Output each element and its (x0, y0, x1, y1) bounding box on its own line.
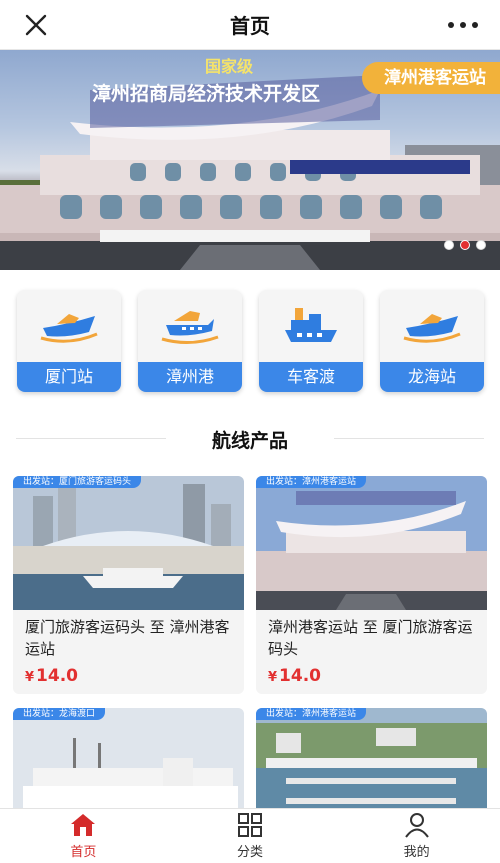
speedboat-icon (40, 314, 98, 343)
divider (334, 438, 484, 439)
category-zhangzhou[interactable]: 漳州港 (138, 290, 242, 392)
product-image: 出发站：厦门旅游客运码头 (13, 476, 244, 610)
banner-sign-line2: 漳州招商局经济技术开发区 (92, 82, 320, 105)
page-title: 首页 (230, 14, 270, 38)
tab-label: 我的 (403, 845, 430, 860)
tab-mine[interactable]: 我的 (333, 809, 500, 863)
category-label: 漳州港 (138, 362, 242, 392)
section-header: 航线产品 (0, 410, 500, 468)
product-card[interactable]: 出发站：厦门旅游客运码头 厦门旅游客运码头 至 漳州港客运站 ¥14.0 (13, 476, 244, 694)
more-dots-icon[interactable] (448, 14, 478, 36)
banner-carousel[interactable]: 国家级 漳州招商局经济技术开发区 漳州港客运站 (0, 50, 500, 270)
product-card[interactable]: 出发站：漳州港客运站 (256, 708, 487, 808)
product-image: 出发站：龙海渡口 (13, 708, 244, 808)
category-label: 厦门站 (17, 362, 121, 392)
top-bar: 首页 (0, 0, 500, 50)
product-name: 厦门旅游客运码头 至 漳州港客运站 (25, 618, 230, 658)
yacht-icon (161, 311, 219, 344)
carousel-dots (444, 240, 486, 250)
tab-home[interactable]: 首页 (0, 809, 167, 863)
category-bar: 厦门站 漳州港 车客渡 龙海站 (0, 270, 500, 410)
product-price: ¥14.0 (268, 666, 321, 686)
carousel-dot[interactable] (444, 240, 454, 250)
tab-category[interactable]: 分类 (167, 809, 334, 863)
tab-label: 分类 (237, 845, 264, 860)
product-image: 出发站：漳州港客运站 (256, 708, 487, 808)
banner-sign-line1: 国家级 (205, 57, 254, 76)
grid-icon (238, 813, 262, 837)
product-price: ¥14.0 (25, 666, 78, 686)
bottom-tab-bar: 首页 分类 我的 (0, 808, 500, 863)
category-label: 车客渡 (259, 362, 363, 392)
ferry-icon (285, 308, 337, 342)
product-name: 漳州港客运站 至 厦门旅游客运码头 (268, 618, 473, 658)
departure-chip: 出发站：厦门旅游客运码头 (13, 476, 142, 488)
banner-tag: 漳州港客运站 (362, 62, 500, 94)
departure-chip: 出发站：漳州港客运站 (256, 708, 367, 720)
departure-chip: 出发站：漳州港客运站 (256, 476, 367, 488)
home-icon (71, 814, 96, 836)
product-card[interactable]: 出发站：漳州港客运站 漳州港客运站 至 厦门旅游客运码头 ¥14.0 (256, 476, 487, 694)
category-label: 龙海站 (380, 362, 484, 392)
speedboat-icon (403, 314, 461, 343)
carousel-dot-active[interactable] (460, 240, 470, 250)
category-ferry[interactable]: 车客渡 (259, 290, 363, 392)
close-icon[interactable] (22, 11, 50, 39)
category-xiamen[interactable]: 厦门站 (17, 290, 121, 392)
product-image: 出发站：漳州港客运站 (256, 476, 487, 610)
departure-chip: 出发站：龙海渡口 (13, 708, 106, 720)
section-title: 航线产品 (195, 425, 304, 453)
carousel-dot[interactable] (476, 240, 486, 250)
category-longhai[interactable]: 龙海站 (380, 290, 484, 392)
product-grid: 出发站：厦门旅游客运码头 厦门旅游客运码头 至 漳州港客运站 ¥14.0 出发站… (0, 468, 500, 808)
tab-label: 首页 (70, 845, 97, 860)
divider (16, 438, 166, 439)
user-icon (404, 813, 429, 838)
product-card[interactable]: 出发站：龙海渡口 (13, 708, 244, 808)
